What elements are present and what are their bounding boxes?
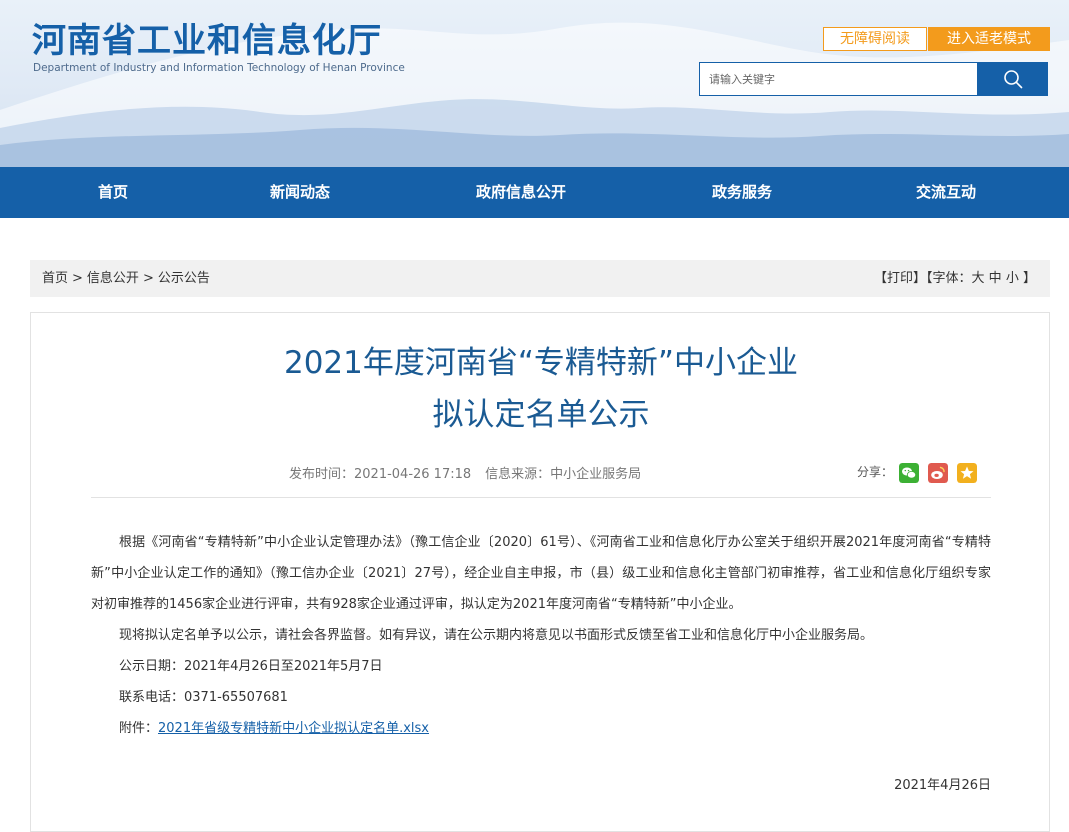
print-button[interactable]: 【打印】 bbox=[874, 271, 926, 286]
font-size-suffix: 】 bbox=[1022, 271, 1036, 286]
attachment-label: 附件： bbox=[119, 721, 159, 736]
sign-date: 2021年4月26日 bbox=[894, 778, 991, 793]
breadcrumb-notices[interactable]: 公示公告 bbox=[158, 271, 210, 286]
accessibility-reading-button[interactable]: 无障碍阅读 bbox=[823, 27, 927, 51]
attachment-line: 附件：2021年省级专精特新中小企业拟认定名单.xlsx bbox=[91, 713, 991, 744]
article-meta: 发布时间：2021-04-26 17:18 信息来源：中小企业服务局 bbox=[289, 463, 641, 482]
breadcrumb-info-open[interactable]: 信息公开 bbox=[87, 271, 139, 286]
breadcrumb-bar: 首页 > 信息公开 > 公示公告 【打印】【字体：大 中 小 】 bbox=[30, 260, 1050, 297]
contact-phone: 联系电话：0371-65507681 bbox=[119, 690, 288, 705]
article-body: 根据《河南省“专精特新”中小企业认定管理办法》（豫工信企业〔2020〕61号）、… bbox=[91, 527, 991, 744]
weibo-icon[interactable] bbox=[928, 463, 948, 483]
nav-item-interaction[interactable]: 交流互动 bbox=[916, 167, 976, 218]
info-source: 信息来源：中小企业服务局 bbox=[485, 467, 642, 482]
paragraph-supervision: 现将拟认定名单予以公示，请社会各界监督。如有异议，请在公示期内将意见以书面形式反… bbox=[119, 628, 874, 643]
main-navigation: 首页 新闻动态 政府信息公开 政务服务 交流互动 bbox=[0, 167, 1069, 218]
breadcrumb-home[interactable]: 首页 bbox=[42, 271, 68, 286]
nav-item-home[interactable]: 首页 bbox=[98, 167, 128, 218]
nav-item-gov-info[interactable]: 政府信息公开 bbox=[476, 167, 566, 218]
notice-period: 公示日期：2021年4月26日至2021年5月7日 bbox=[119, 659, 383, 674]
meta-divider bbox=[91, 497, 991, 498]
favorite-star-icon[interactable] bbox=[957, 463, 977, 483]
nav-item-news[interactable]: 新闻动态 bbox=[270, 167, 330, 218]
font-size-label: 【字体： bbox=[926, 271, 972, 286]
site-title: 河南省工业和信息化厅 bbox=[32, 21, 382, 61]
site-subtitle: Department of Industry and Information T… bbox=[33, 62, 405, 74]
nav-item-services[interactable]: 政务服务 bbox=[712, 167, 772, 218]
attachment-link[interactable]: 2021年省级专精特新中小企业拟认定名单.xlsx bbox=[158, 721, 429, 736]
article-panel: 2021年度河南省“专精特新”中小企业 拟认定名单公示 发布时间：2021-04… bbox=[30, 312, 1050, 832]
search-input[interactable] bbox=[699, 62, 978, 96]
paragraph-basis: 根据《河南省“专精特新”中小企业认定管理办法》（豫工信企业〔2020〕61号）、… bbox=[91, 535, 991, 612]
article-tools: 【打印】【字体：大 中 小 】 bbox=[874, 260, 1036, 297]
publish-time: 发布时间：2021-04-26 17:18 bbox=[289, 467, 472, 482]
wechat-icon[interactable] bbox=[899, 463, 919, 483]
breadcrumb: 首页 > 信息公开 > 公示公告 bbox=[42, 260, 210, 297]
breadcrumb-separator: > bbox=[72, 271, 83, 286]
article-title-line1: 2021年度河南省“专精特新”中小企业 bbox=[283, 345, 798, 381]
search-icon bbox=[1003, 70, 1022, 89]
font-medium-button[interactable]: 中 bbox=[989, 271, 1002, 286]
font-small-button[interactable]: 小 bbox=[1006, 271, 1019, 286]
elder-mode-button[interactable]: 进入适老模式 bbox=[928, 27, 1050, 51]
breadcrumb-separator: > bbox=[142, 271, 154, 286]
font-large-button[interactable]: 大 bbox=[972, 271, 985, 286]
search-button[interactable] bbox=[977, 62, 1048, 96]
share-label: 分享： bbox=[857, 465, 894, 479]
site-header: 河南省工业和信息化厅 Department of Industry and In… bbox=[0, 0, 1069, 167]
article-title-line2: 拟认定名单公示 bbox=[432, 397, 650, 433]
